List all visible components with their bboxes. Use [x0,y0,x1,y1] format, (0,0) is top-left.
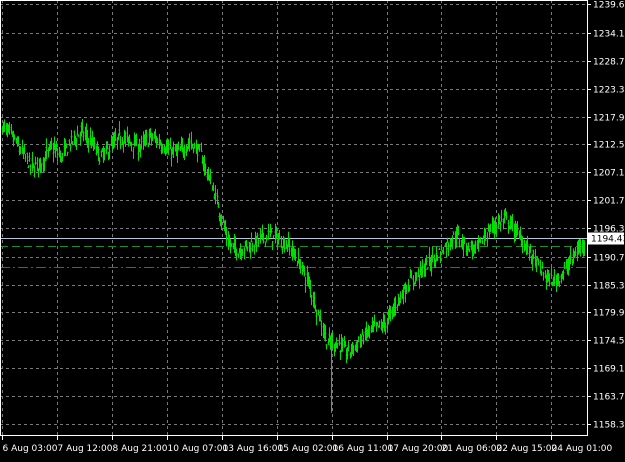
current-price-label: 1194.43 [591,235,625,245]
y-tick-label: 1234.10 [593,30,625,40]
y-tick-label: 1158.35 [593,421,625,431]
y-tick-label: 1207.10 [593,169,625,179]
chart-background [0,0,625,462]
y-tick-label: 1169.15 [593,365,625,375]
x-tick-label: 8 Aug 21:00 [113,444,168,454]
y-tick-label: 1228.70 [593,58,625,68]
x-tick-label: 7 Aug 12:00 [58,444,113,454]
x-tick-label: 17 Aug 20:00 [388,444,449,454]
x-tick-label: 21 Aug 06:00 [442,444,503,454]
y-tick-label: 1201.70 [593,197,625,207]
x-tick-label: 16 Aug 11:00 [333,444,394,454]
y-tick-label: 1179.95 [593,309,625,319]
x-tick-label: 22 Aug 15:00 [497,444,558,454]
current-price-label-group: 1194.43 [588,232,625,245]
y-tick-label: 1174.55 [593,337,625,347]
y-tick-label: 1239.65 [593,1,625,11]
x-tick-label: 15 Aug 02:00 [278,444,339,454]
x-tick-label: 24 Aug 01:00 [552,444,613,454]
y-tick-label: 1163.75 [593,393,625,403]
y-tick-label: 1212.50 [593,141,625,151]
price-chart[interactable]: 1239.65 1234.10 1228.70 1223.30 1217.90 1212.… [0,0,625,462]
y-tick-label: 1190.75 [593,254,625,264]
y-tick-label: 1217.90 [593,114,625,124]
y-tick-label: 1185.35 [593,282,625,292]
x-tick-label: 6 Aug 03:00 [3,444,58,454]
x-tick-label: 10 Aug 07:00 [168,444,229,454]
x-tick-label: 13 Aug 16:00 [223,444,284,454]
y-tick-label: 1223.30 [593,86,625,96]
